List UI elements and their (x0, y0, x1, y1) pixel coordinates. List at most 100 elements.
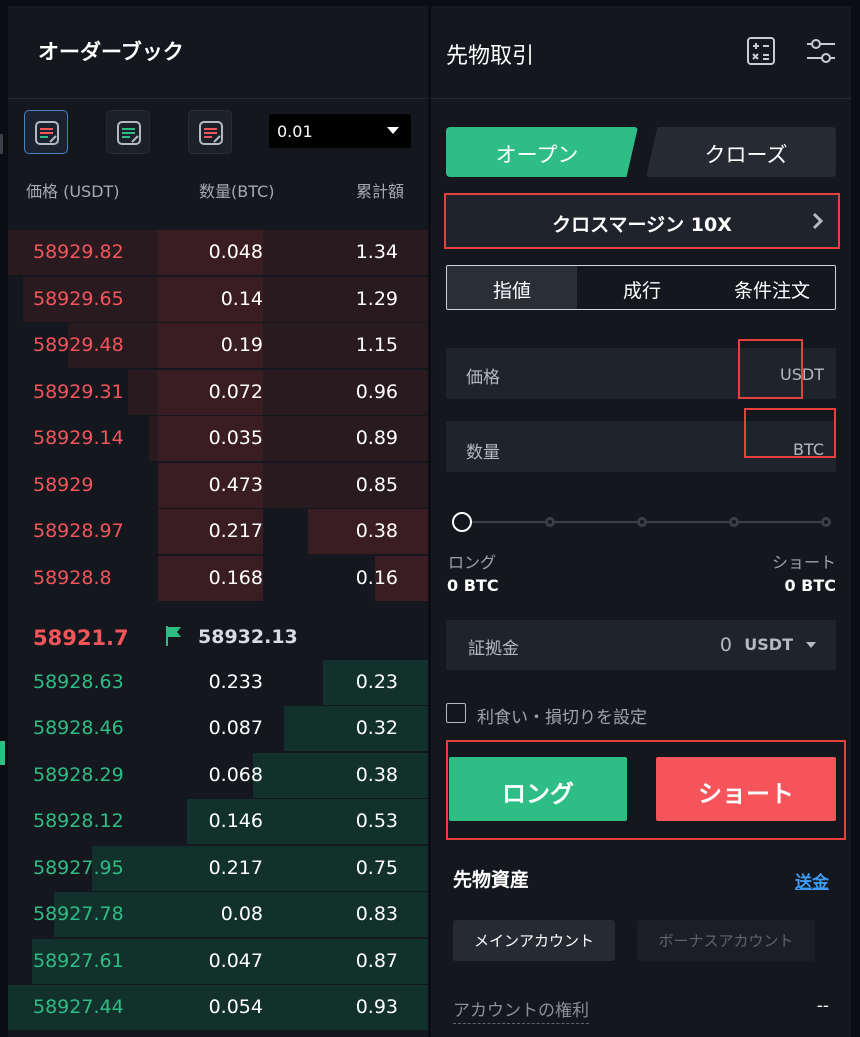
view-asks-button[interactable] (188, 110, 232, 154)
bid-price: 58928.46 (33, 717, 124, 739)
bid-row[interactable]: 58928.12 0.146 0.53 (8, 799, 428, 845)
short-available-label: ショート (771, 553, 836, 572)
ask-qty: 0.14 (220, 288, 263, 310)
ask-row[interactable]: 58929.31 0.072 0.96 (8, 370, 428, 416)
ask-qty: 0.473 (208, 474, 263, 496)
right-gutter (851, 0, 860, 1037)
ask-total: 0.96 (355, 381, 398, 403)
bid-row[interactable]: 58928.29 0.068 0.38 (8, 753, 428, 799)
margin-deposit-field[interactable]: 証拠金 0 USDT (446, 620, 836, 670)
tab-close-label: クローズ (704, 143, 788, 167)
long-button[interactable]: ロング (449, 757, 627, 821)
panel-edge (0, 6, 8, 1037)
short-available-value: 0 BTC (784, 576, 836, 595)
slider-step[interactable] (545, 517, 555, 527)
slider-step[interactable] (729, 517, 739, 527)
tab-open-label: オープン (495, 143, 579, 167)
column-header-price: 価格 (USDT) (26, 182, 120, 201)
bid-total: 0.93 (355, 996, 398, 1018)
tab-close[interactable]: クローズ (646, 127, 836, 177)
bid-price: 58927.44 (33, 996, 124, 1018)
settings-sliders-icon[interactable] (805, 36, 837, 66)
order-book-panel: オーダーブック 0.01 価格 (USDT) 数量(BTC) 累計額 58929… (0, 6, 428, 1037)
order-type-limit[interactable]: 指値 (447, 266, 577, 309)
bid-qty: 0.08 (220, 903, 263, 925)
bid-total: 0.83 (355, 903, 398, 925)
margin-mode-button[interactable]: クロスマージン 10X (444, 193, 840, 249)
bid-row[interactable]: 58927.78 0.08 0.83 (8, 892, 428, 938)
ask-qty: 0.048 (208, 241, 263, 263)
long-button-label: ロング (502, 780, 574, 808)
ask-price: 58928.97 (33, 520, 124, 542)
tpsl-checkbox[interactable] (446, 703, 466, 723)
ask-row[interactable]: 58928.97 0.217 0.38 (8, 509, 428, 555)
flag-icon (166, 626, 181, 646)
main-account-tab[interactable]: メインアカウント (453, 920, 615, 961)
order-type-selector: 指値 成行 条件注文 (446, 265, 836, 310)
bid-row[interactable]: 58928.63 0.233 0.23 (8, 660, 428, 706)
futures-trade-panel: 先物取引 オープン クローズ クロスマージン 10X 指値 成行 条件注文 価格… (431, 6, 851, 1037)
bid-price: 58927.78 (33, 903, 124, 925)
bid-price: 58927.95 (33, 857, 124, 879)
bid-price: 58928.12 (33, 810, 124, 832)
ask-row[interactable]: 58928.8 0.168 0.16 (8, 556, 428, 602)
ask-price: 58928.8 (33, 567, 112, 589)
bid-row[interactable]: 58927.95 0.217 0.75 (8, 846, 428, 892)
precision-select[interactable]: 0.01 (269, 114, 411, 148)
ask-row[interactable]: 58929.14 0.035 0.89 (8, 416, 428, 462)
chevron-down-icon[interactable] (806, 642, 816, 648)
bid-qty: 0.054 (208, 996, 263, 1018)
divider (8, 98, 428, 99)
edge-marker-green (0, 741, 5, 765)
ask-total: 0.16 (355, 567, 398, 589)
bid-total: 0.87 (355, 950, 398, 972)
order-type-market[interactable]: 成行 (577, 266, 707, 309)
bonus-account-label: ボーナスアカウント (658, 932, 794, 950)
ask-row[interactable]: 58929 0.473 0.85 (8, 463, 428, 509)
bid-price: 58927.61 (33, 950, 124, 972)
bid-qty: 0.047 (208, 950, 263, 972)
margin-mode-label: クロスマージン 10X (552, 214, 732, 236)
ask-qty: 0.19 (220, 334, 263, 356)
ask-row[interactable]: 58929.48 0.19 1.15 (8, 323, 428, 369)
bid-qty: 0.068 (208, 764, 263, 786)
chevron-down-icon (387, 127, 399, 134)
ask-row[interactable]: 58929.82 0.048 1.34 (8, 230, 428, 276)
book-asks-icon (199, 121, 223, 145)
view-bids-button[interactable] (106, 110, 150, 154)
order-type-conditional[interactable]: 条件注文 (707, 266, 835, 309)
ask-row[interactable]: 58929.65 0.14 1.29 (8, 277, 428, 323)
bid-qty: 0.217 (208, 857, 263, 879)
ask-qty: 0.035 (208, 427, 263, 449)
bid-row[interactable]: 58928.46 0.087 0.32 (8, 706, 428, 752)
tab-open[interactable]: オープン (446, 127, 638, 177)
view-both-button[interactable] (24, 110, 68, 154)
transfer-link[interactable]: 送金 (795, 868, 829, 893)
slider-handle[interactable] (452, 512, 472, 532)
chevron-right-icon (812, 212, 824, 230)
mid-price-row: 58921.7 58932.13 (8, 612, 428, 662)
ask-total: 0.85 (355, 474, 398, 496)
margin-deposit-label: 証拠金 (468, 639, 519, 659)
bid-qty: 0.087 (208, 717, 263, 739)
ask-price: 58929 (33, 474, 94, 496)
book-both-icon (35, 121, 59, 145)
slider-step[interactable] (821, 517, 831, 527)
margin-deposit-currency[interactable]: USDT (744, 635, 793, 654)
tpsl-label[interactable]: 利食い・損切りを設定 (477, 703, 647, 728)
bid-price: 58928.63 (33, 671, 124, 693)
short-button[interactable]: ショート (656, 757, 836, 821)
bid-total: 0.32 (355, 717, 398, 739)
calculator-icon[interactable] (746, 36, 776, 66)
ask-qty: 0.168 (208, 567, 263, 589)
slider-step[interactable] (637, 517, 647, 527)
depth-bar (253, 753, 428, 798)
ask-total: 1.15 (355, 334, 398, 356)
column-header-total: 累計額 (356, 182, 405, 201)
bid-total: 0.38 (355, 764, 398, 786)
bid-row[interactable]: 58927.44 0.054 0.93 (8, 985, 428, 1031)
main-account-label: メインアカウント (473, 932, 594, 950)
futures-title: 先物取引 (446, 44, 535, 69)
bid-row[interactable]: 58927.61 0.047 0.87 (8, 939, 428, 985)
bonus-account-tab[interactable]: ボーナスアカウント (637, 920, 815, 961)
